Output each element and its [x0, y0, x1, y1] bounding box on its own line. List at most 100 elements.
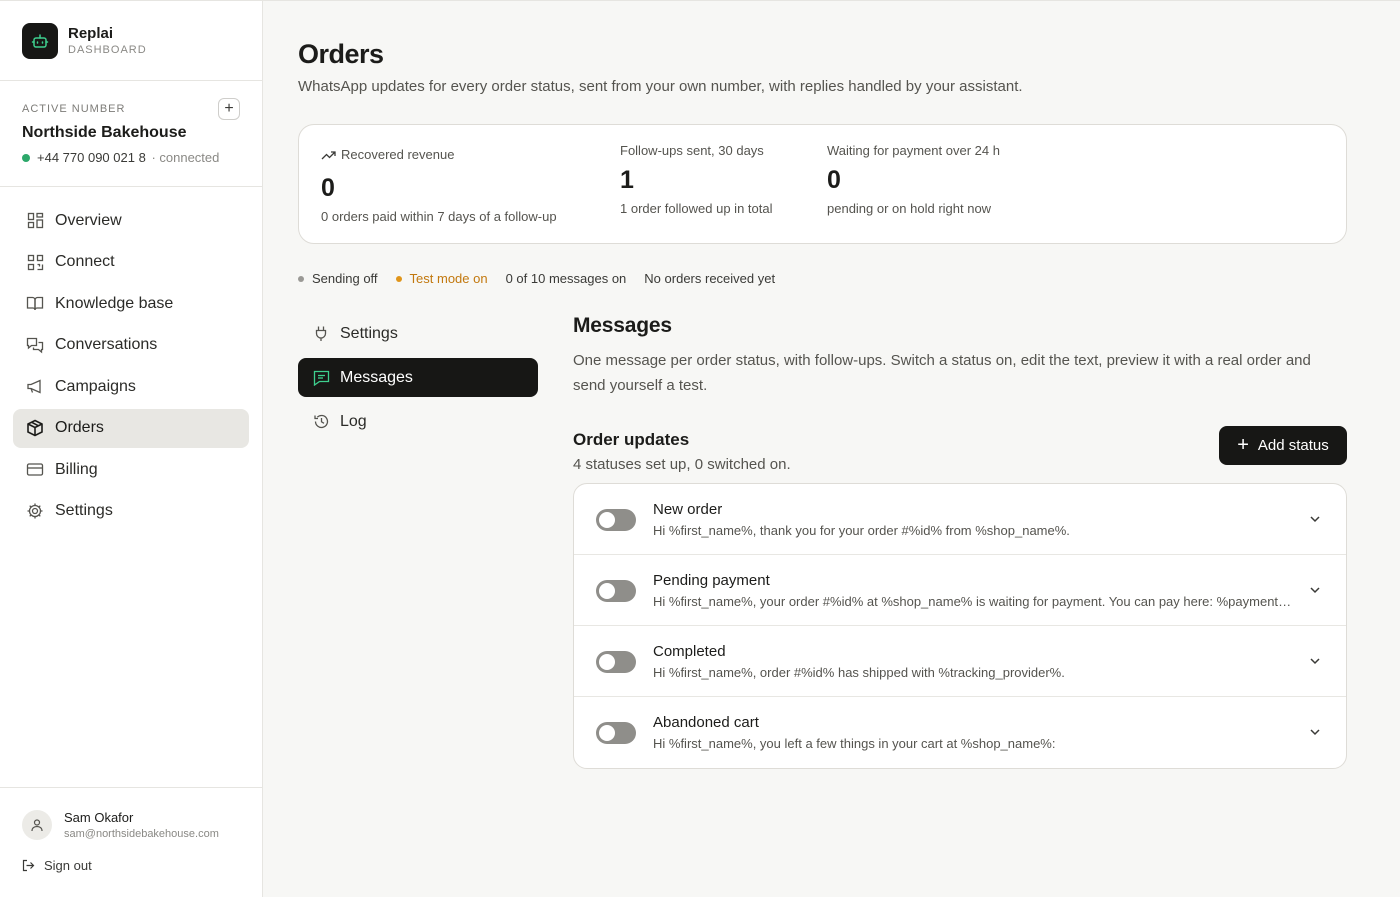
nav-label: Orders [55, 419, 104, 436]
status-toggle[interactable] [596, 509, 636, 531]
status-message-preview: Hi %first_name%, order #%id% has shipped… [653, 665, 1065, 680]
messages-section: Messages One message per order status, w… [573, 314, 1347, 769]
status-message-preview: Hi %first_name%, you left a few things i… [653, 736, 1056, 751]
warning-dot-icon [395, 275, 402, 282]
plus-icon: + [1237, 434, 1249, 456]
nav-item-overview[interactable]: Overview [13, 201, 249, 240]
subnav-messages[interactable]: Messages [298, 358, 538, 397]
status-toggle[interactable] [596, 722, 636, 744]
megaphone-icon [26, 378, 44, 396]
brand-subtitle: DASHBOARD [68, 44, 147, 56]
box-icon [26, 419, 44, 437]
book-icon [26, 295, 44, 313]
user-name: Sam Okafor [64, 810, 134, 825]
nav-label: Billing [55, 460, 98, 478]
nav-item-billing[interactable]: Billing [13, 450, 249, 489]
nav-item-settings[interactable]: Settings [13, 492, 249, 531]
subnav-label: Messages [340, 368, 413, 386]
order-status-row-new-order[interactable]: New order Hi %first_name%, thank you for… [574, 484, 1346, 555]
subnav-log[interactable]: Log [298, 402, 538, 441]
trending-up-icon [321, 150, 336, 159]
orders-received-status: No orders received yet [644, 271, 776, 286]
status-bar: Sending off Test mode on 0 of 10 message… [298, 271, 793, 286]
qr-code-icon [26, 253, 44, 271]
order-status-row-pending-payment[interactable]: Pending payment Hi %first_name%, your or… [574, 555, 1346, 626]
nav-label: Campaigns [55, 377, 136, 395]
user-email: sam@northsidebakehouse.com [64, 828, 219, 840]
robot-logo-icon [22, 22, 58, 59]
stat-recovered-revenue: Recovered revenue 0 0 orders paid within… [321, 147, 557, 224]
nav-label: Overview [55, 211, 122, 229]
orders-subnav: Settings Messages Log [298, 314, 538, 446]
brand-name: Replai [68, 25, 114, 42]
status-toggle[interactable] [596, 580, 636, 602]
nav-item-knowledge-base[interactable]: Knowledge base [13, 284, 249, 323]
history-icon [312, 413, 330, 431]
chevron-down-icon[interactable] [1308, 512, 1322, 526]
order-status-row-completed[interactable]: Completed Hi %first_name%, order #%id% h… [574, 626, 1346, 697]
grid-icon [26, 212, 44, 230]
order-status-row-abandoned-cart[interactable]: Abandoned cart Hi %first_name%, you left… [574, 697, 1346, 768]
plug-icon [312, 325, 330, 343]
status-toggle[interactable] [596, 651, 636, 673]
add-status-button[interactable]: + Add status [1219, 426, 1347, 465]
message-square-icon [312, 369, 330, 387]
sign-out-icon [22, 859, 35, 872]
active-number-label: ACTIVE NUMBER [22, 103, 126, 115]
status-title: Abandoned cart [653, 714, 759, 731]
chevron-down-icon[interactable] [1308, 725, 1322, 739]
stat-note: pending or on hold right now [827, 201, 992, 216]
stat-waiting-payment: Waiting for payment over 24 h 0 pending … [827, 143, 1000, 216]
phone-number: +44 770 090 021 8 [37, 150, 146, 165]
gear-icon [26, 502, 44, 520]
nav-label: Connect [55, 253, 115, 270]
chevron-down-icon[interactable] [1308, 583, 1322, 597]
sending-status: Sending off [298, 271, 378, 286]
stat-value: 0 [321, 174, 335, 202]
nav-label: Conversations [55, 336, 158, 353]
nav-item-orders[interactable]: Orders [13, 408, 249, 448]
nav-item-connect[interactable]: Connect [13, 243, 249, 282]
credit-card-icon [26, 461, 44, 479]
nav-label: Knowledge base [55, 294, 174, 312]
phone-status: +44 770 090 021 8 · connected [22, 150, 240, 165]
messages-description: One message per order status, with follo… [573, 352, 1311, 394]
user-panel: Sam Okafor sam@northsidebakehouse.com Si… [0, 787, 262, 897]
order-updates-header: Order updates 4 statuses set up, 0 switc… [573, 426, 1347, 478]
subnav-settings[interactable]: Settings [298, 314, 538, 353]
avatar [22, 810, 52, 840]
sidebar: Replai DASHBOARD ACTIVE NUMBER + Northsi… [0, 0, 263, 897]
status-title: Completed [653, 643, 726, 660]
status-title: Pending payment [653, 572, 770, 589]
page-title: Orders [298, 39, 384, 69]
stat-value: 0 [827, 166, 841, 194]
test-mode-status: Test mode on [395, 271, 488, 286]
sign-out-button[interactable]: Sign out [22, 858, 240, 873]
status-message-preview: Hi %first_name%, your order #%id% at %sh… [653, 594, 1293, 609]
stat-label: Recovered revenue [341, 147, 455, 162]
order-status-list: New order Hi %first_name%, thank you for… [573, 483, 1347, 769]
stats-card: Recovered revenue 0 0 orders paid within… [298, 124, 1347, 244]
chat-bubbles-icon [26, 336, 44, 354]
connection-status: · connected [151, 150, 220, 165]
nav-item-campaigns[interactable]: Campaigns [13, 367, 249, 406]
stat-value: 1 [620, 166, 634, 194]
user-profile[interactable]: Sam Okafor sam@northsidebakehouse.com [22, 810, 240, 840]
sign-out-label: Sign out [44, 858, 92, 873]
page-subtitle: WhatsApp updates for every order status,… [298, 78, 1023, 95]
add-number-button[interactable]: + [218, 98, 240, 120]
status-dot-icon [298, 275, 304, 282]
stat-note: 1 order followed up in total [620, 201, 773, 216]
subnav-label: Log [340, 412, 367, 430]
stat-label: Follow-ups sent, 30 days [620, 143, 764, 158]
main-content: Orders WhatsApp updates for every order … [263, 0, 1400, 897]
brand[interactable]: Replai DASHBOARD [0, 1, 262, 81]
connected-dot-icon [22, 153, 30, 162]
chevron-down-icon[interactable] [1308, 654, 1322, 668]
nav-item-conversations[interactable]: Conversations [13, 326, 249, 365]
active-number-panel: ACTIVE NUMBER + Northside Bakehouse +44 … [0, 81, 262, 187]
status-title: New order [653, 501, 723, 518]
business-name: Northside Bakehouse [22, 124, 187, 141]
stat-note: 0 orders paid within 7 days of a follow-… [321, 209, 557, 224]
messages-on-count: 0 of 10 messages on [505, 271, 627, 286]
